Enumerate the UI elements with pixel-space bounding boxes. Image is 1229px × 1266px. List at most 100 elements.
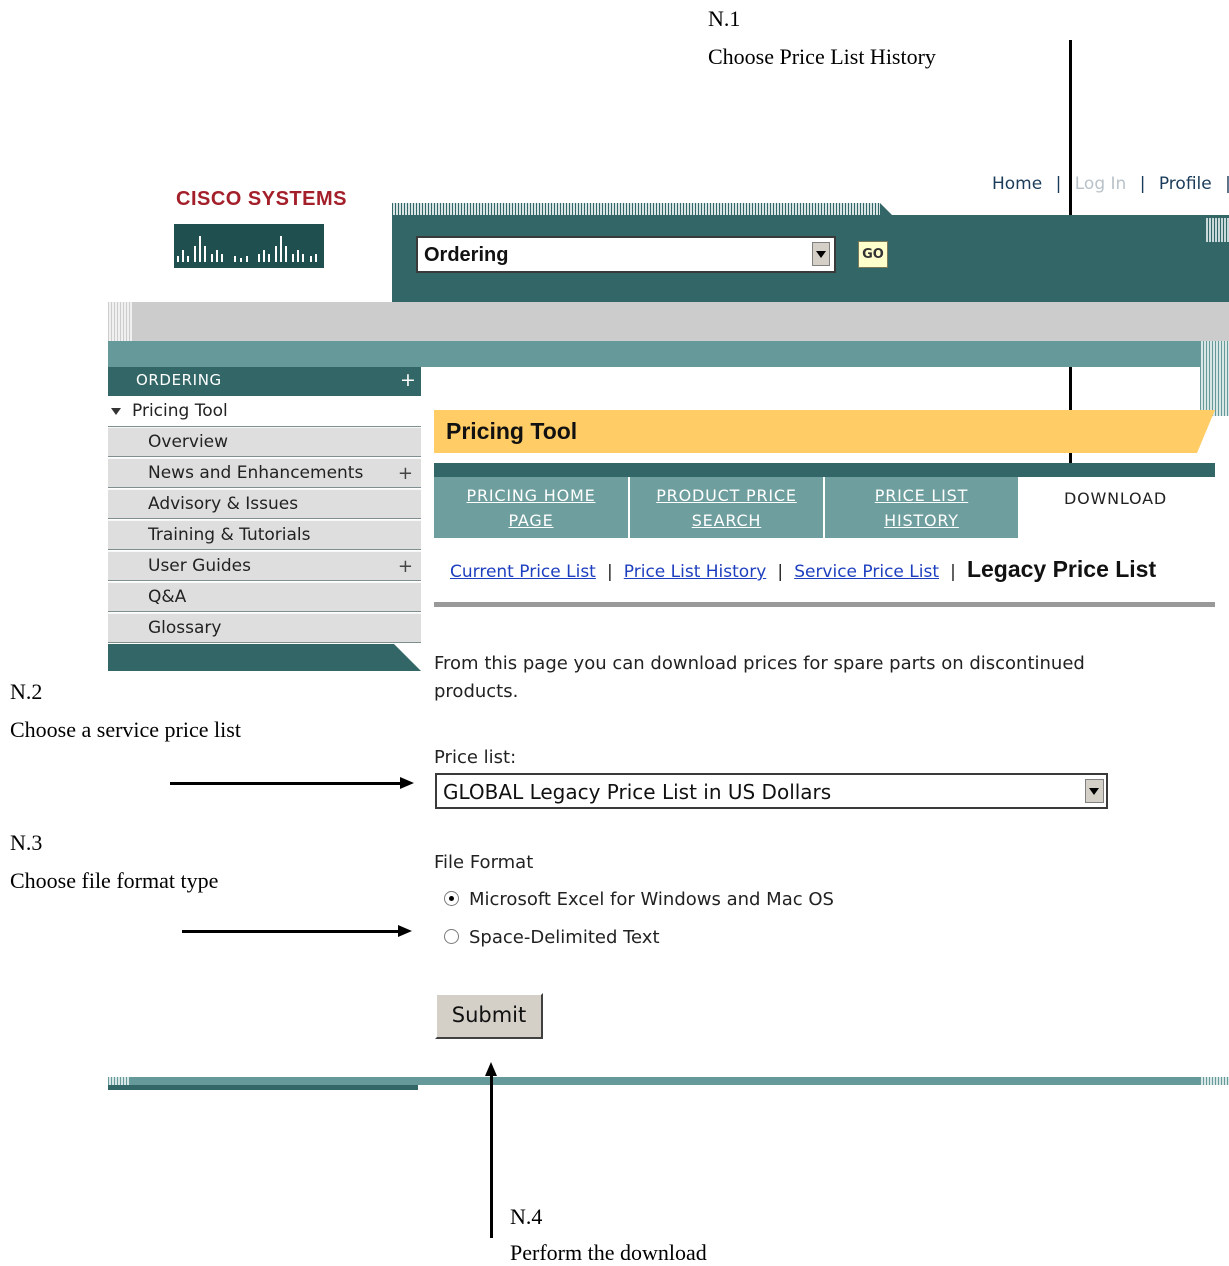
sidebar-section-plus-icon: + (400, 369, 416, 391)
sidebar-footer-corner (394, 644, 421, 671)
header-right-stripe (1205, 218, 1229, 242)
teal-band (108, 341, 1229, 367)
sidebar-current-label: Pricing Tool (132, 401, 228, 421)
sidebar-current[interactable]: Pricing Tool (108, 398, 421, 427)
profile-link[interactable]: Profile (1159, 174, 1212, 194)
annotation-n1-text: Choose Price List History (708, 44, 936, 69)
tab-price-list-history[interactable]: PRICE LIST HISTORY (825, 477, 1018, 538)
header-stripe-texture (392, 203, 880, 215)
annotation-n3-id: N.3 (10, 830, 43, 855)
sidebar-item-advisory-issues[interactable]: Advisory & Issues (108, 489, 421, 519)
file-format-label: File Format (434, 852, 534, 873)
nav-select[interactable]: Ordering (416, 236, 836, 273)
annotation-n2-arrowhead (400, 777, 414, 789)
link-price-list-history[interactable]: Price List History (624, 562, 766, 582)
tab-pricing-home-page[interactable]: PRICING HOME PAGE (434, 477, 628, 538)
chevron-down-icon (1089, 788, 1099, 795)
radio-space-delimited-label: Space-Delimited Text (469, 927, 660, 948)
annotation-n4-id: N.4 (510, 1204, 543, 1229)
sidebar-item-label: Q&A (148, 587, 187, 607)
annotation-n3-arrowhead (398, 925, 412, 937)
intro-line2: products. (434, 681, 519, 702)
subnav-divider (434, 602, 1215, 607)
page-section-title: ORDERING (446, 372, 587, 402)
link-current-price-list[interactable]: Current Price List (450, 562, 596, 582)
sidebar-item-overview[interactable]: Overview (108, 427, 421, 457)
link-service-price-list[interactable]: Service Price List (794, 562, 939, 582)
sidebar-section-header[interactable]: ORDERING + (108, 367, 421, 396)
cisco-bridge-logo-icon (174, 224, 324, 268)
tabs-top-strip (434, 463, 1215, 477)
sidebar-item-training-tutorials[interactable]: Training & Tutorials (108, 520, 421, 550)
sidebar-item-label: Training & Tutorials (148, 525, 311, 545)
link-separator: | (606, 562, 613, 582)
home-link[interactable]: Home (992, 174, 1042, 194)
go-button[interactable]: GO (858, 241, 888, 268)
top-links: Home | Log In | Profile | (992, 174, 1229, 194)
current-page-legacy-price-list: Legacy Price List (966, 556, 1157, 582)
link-separator: | (777, 562, 784, 582)
link-separator: | (1139, 174, 1146, 194)
annotation-n2-text: Choose a service price list (10, 717, 241, 742)
radio-excel-label: Microsoft Excel for Windows and Mac OS (469, 889, 834, 910)
sidebar-item-glossary[interactable]: Glossary (108, 613, 421, 643)
price-list-label: Price list: (434, 747, 517, 768)
annotation-n3-text: Choose file format type (10, 868, 219, 893)
sidebar-item-user-guides[interactable]: User Guides + (108, 551, 421, 581)
gray-band-stripe (108, 302, 132, 341)
sidebar-item-label: Glossary (148, 618, 222, 638)
annotation-n2-arrow (170, 782, 402, 785)
link-separator: | (1225, 174, 1229, 194)
header-teal-notch (880, 203, 892, 215)
price-list-select-value: GLOBAL Legacy Price List in US Dollars (443, 780, 832, 804)
footer-bar (108, 1077, 1229, 1085)
nav-select-value: Ordering (424, 244, 509, 266)
price-list-dropdown-button[interactable] (1085, 779, 1104, 803)
sidebar-item-label: User Guides (148, 556, 251, 576)
tab-line2: HISTORY (884, 511, 959, 530)
cisco-logo-text: CISCO SYSTEMS (176, 188, 347, 210)
sidebar-item-label: Overview (148, 432, 229, 452)
footer-bar-under (108, 1085, 418, 1090)
chevron-down-icon (816, 251, 826, 258)
tab-line1: PRICING HOME (466, 486, 596, 505)
price-list-select[interactable]: GLOBAL Legacy Price List in US Dollars (435, 773, 1108, 809)
intro-text: From this page you can download prices f… (434, 650, 1085, 706)
link-separator: | (950, 562, 956, 582)
radio-space-delimited[interactable] (444, 929, 459, 944)
sidebar-item-qa[interactable]: Q&A (108, 582, 421, 612)
gray-band (108, 302, 1229, 341)
expand-plus-icon[interactable]: + (398, 552, 413, 581)
annotation-n1-id: N.1 (708, 6, 741, 31)
sidebar-footer (108, 644, 421, 671)
submit-button[interactable]: Submit (435, 993, 543, 1039)
footer-bar-right-stripe (1200, 1077, 1229, 1085)
link-separator: | (1055, 174, 1062, 194)
tab-download-label: DOWNLOAD (1064, 489, 1168, 508)
tab-line1: PRODUCT PRICE (656, 486, 797, 505)
nav-select-dropdown-button[interactable] (812, 242, 830, 266)
annotation-n4-arrow (490, 1074, 493, 1238)
annotation-n3-arrow (182, 930, 400, 933)
tab-line2: SEARCH (691, 511, 762, 530)
annotation-n2-id: N.2 (10, 679, 43, 704)
radio-excel[interactable] (444, 891, 459, 906)
triangle-down-icon (111, 408, 121, 415)
tab-line2: PAGE (508, 511, 554, 530)
sidebar-item-news-and-enhancements[interactable]: News and Enhancements + (108, 458, 421, 488)
tool-title: Pricing Tool (446, 418, 578, 444)
sidebar-item-label: News and Enhancements (148, 463, 364, 483)
login-link[interactable]: Log In (1075, 174, 1127, 194)
expand-plus-icon[interactable]: + (398, 459, 413, 488)
radio-selected-dot (449, 896, 454, 901)
teal-band-right-stripe (1200, 341, 1229, 416)
sidebar-item-label: Advisory & Issues (148, 494, 299, 514)
tab-line1: PRICE LIST (874, 486, 969, 505)
intro-line1: From this page you can download prices f… (434, 653, 1085, 674)
subnav: Current Price List | Price List History … (450, 556, 1156, 583)
tab-download[interactable]: DOWNLOAD (1020, 477, 1215, 538)
tab-product-price-search[interactable]: PRODUCT PRICE SEARCH (630, 477, 823, 538)
tool-title-bar-tip (1197, 410, 1215, 453)
annotation-n4-text: Perform the download (510, 1240, 707, 1265)
footer-bar-left-stripe (108, 1077, 130, 1085)
